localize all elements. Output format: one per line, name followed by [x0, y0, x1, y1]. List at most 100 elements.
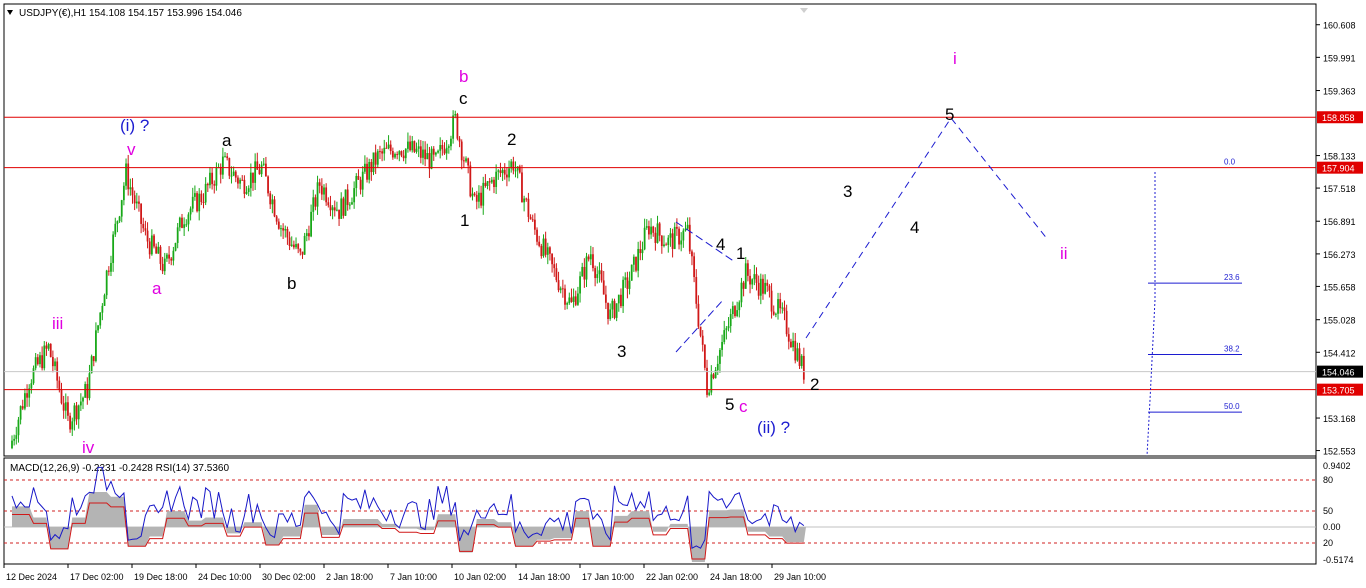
candle-body	[482, 182, 485, 206]
macd-histogram	[12, 492, 806, 562]
candle-body	[51, 357, 54, 367]
candle-body	[282, 228, 285, 231]
candle-body	[374, 152, 377, 165]
candle-body	[245, 192, 248, 194]
candle-body	[695, 277, 698, 304]
candle-body	[447, 146, 450, 148]
candle-body	[475, 194, 478, 202]
candle-body	[407, 141, 409, 149]
candle-body	[88, 373, 91, 399]
candle-body	[734, 306, 736, 317]
candle-body	[97, 325, 99, 331]
candle-body	[99, 312, 102, 326]
candle-body	[602, 280, 605, 295]
wave-label-c-magenta: c	[739, 397, 748, 416]
candle-body	[189, 208, 192, 215]
candle-body	[82, 397, 84, 402]
candle-body	[585, 256, 588, 280]
level-price-label: 157.904	[1322, 164, 1355, 174]
candle-body	[383, 147, 386, 154]
candle-body	[772, 311, 775, 315]
candle-body	[469, 165, 472, 197]
candle-body	[275, 216, 278, 222]
candle-body	[800, 355, 803, 366]
candle-body	[69, 415, 71, 430]
candle-body	[340, 198, 343, 219]
ohlc-values: 154.108 154.157 153.996 154.046	[89, 8, 242, 19]
candle-body	[462, 160, 465, 162]
candle-body	[413, 141, 416, 152]
candle-body	[312, 197, 315, 212]
wave-label-b-black: b	[287, 274, 296, 293]
candle-body	[740, 282, 743, 303]
time-tick-label: 12 Dec 2024	[6, 572, 57, 582]
candle-body	[232, 171, 235, 176]
candle-body	[144, 228, 147, 231]
price-chart[interactable]: USDJPY(€),H1 154.108 154.157 153.996 154…	[0, 0, 1366, 588]
wave-label-4-small: 4	[716, 235, 725, 254]
candle-body	[297, 244, 300, 249]
candle-body	[176, 227, 179, 243]
time-tick-label: 14 Jan 18:00	[518, 572, 570, 582]
candle-body	[101, 305, 104, 313]
candle-body	[355, 175, 358, 189]
candle-body	[426, 153, 429, 160]
candle-body	[501, 169, 504, 174]
candle-body	[155, 246, 158, 254]
time-tick-label: 2 Jan 18:00	[326, 572, 373, 582]
wave-label-a: a	[222, 131, 232, 150]
candle-body	[181, 217, 183, 228]
candle-body	[211, 172, 214, 185]
candle-body	[49, 343, 52, 358]
candle-body	[533, 219, 536, 230]
candle-body	[764, 282, 767, 294]
candle-body	[32, 368, 35, 384]
candle-body	[428, 153, 431, 169]
candle-body	[652, 226, 655, 233]
candle-body	[336, 209, 338, 211]
candle-body	[596, 274, 599, 279]
candle-body	[273, 199, 276, 217]
candle-body	[637, 248, 640, 271]
candle-body	[168, 254, 170, 259]
candle-body	[56, 361, 59, 381]
indicator-tick-label: 80	[1323, 475, 1333, 485]
chart-menu-icon[interactable]	[7, 10, 13, 15]
candle-body	[21, 406, 24, 409]
candle-body	[361, 171, 364, 190]
candle-body	[757, 282, 760, 296]
candle-body	[280, 228, 282, 230]
candle-body	[624, 277, 627, 280]
candle-body	[490, 179, 493, 183]
candle-body	[723, 330, 726, 342]
price-tick-label: 159.991	[1323, 53, 1356, 63]
candle-body	[736, 310, 739, 317]
candle-body	[36, 357, 39, 365]
candle-body	[787, 334, 790, 342]
candle-body	[452, 115, 455, 139]
price-tick-label: 158.133	[1323, 152, 1356, 162]
candle-body	[239, 179, 241, 184]
channel-line-upper	[675, 221, 736, 263]
candle-body	[802, 355, 805, 380]
candle-body	[742, 282, 745, 289]
candle-body	[110, 262, 112, 272]
candle-body	[540, 245, 543, 257]
candle-body	[105, 270, 108, 296]
candle-body	[353, 188, 356, 203]
candle-body	[400, 151, 403, 156]
candle-body	[699, 326, 702, 336]
candle-body	[133, 195, 136, 204]
candle-body	[122, 185, 125, 201]
indicator-tick-label: 50	[1323, 506, 1333, 516]
candle-body	[241, 179, 244, 181]
candle-body	[465, 158, 467, 162]
chart-window: USDJPY(€),H1 154.108 154.157 153.996 154…	[0, 0, 1366, 588]
candle-body	[256, 161, 259, 170]
scroll-marker-icon[interactable]	[800, 8, 808, 13]
candle-body	[288, 237, 291, 246]
candle-body	[527, 198, 530, 217]
candle-body	[320, 185, 323, 195]
candle-body	[200, 193, 203, 202]
candle-body	[318, 182, 321, 186]
